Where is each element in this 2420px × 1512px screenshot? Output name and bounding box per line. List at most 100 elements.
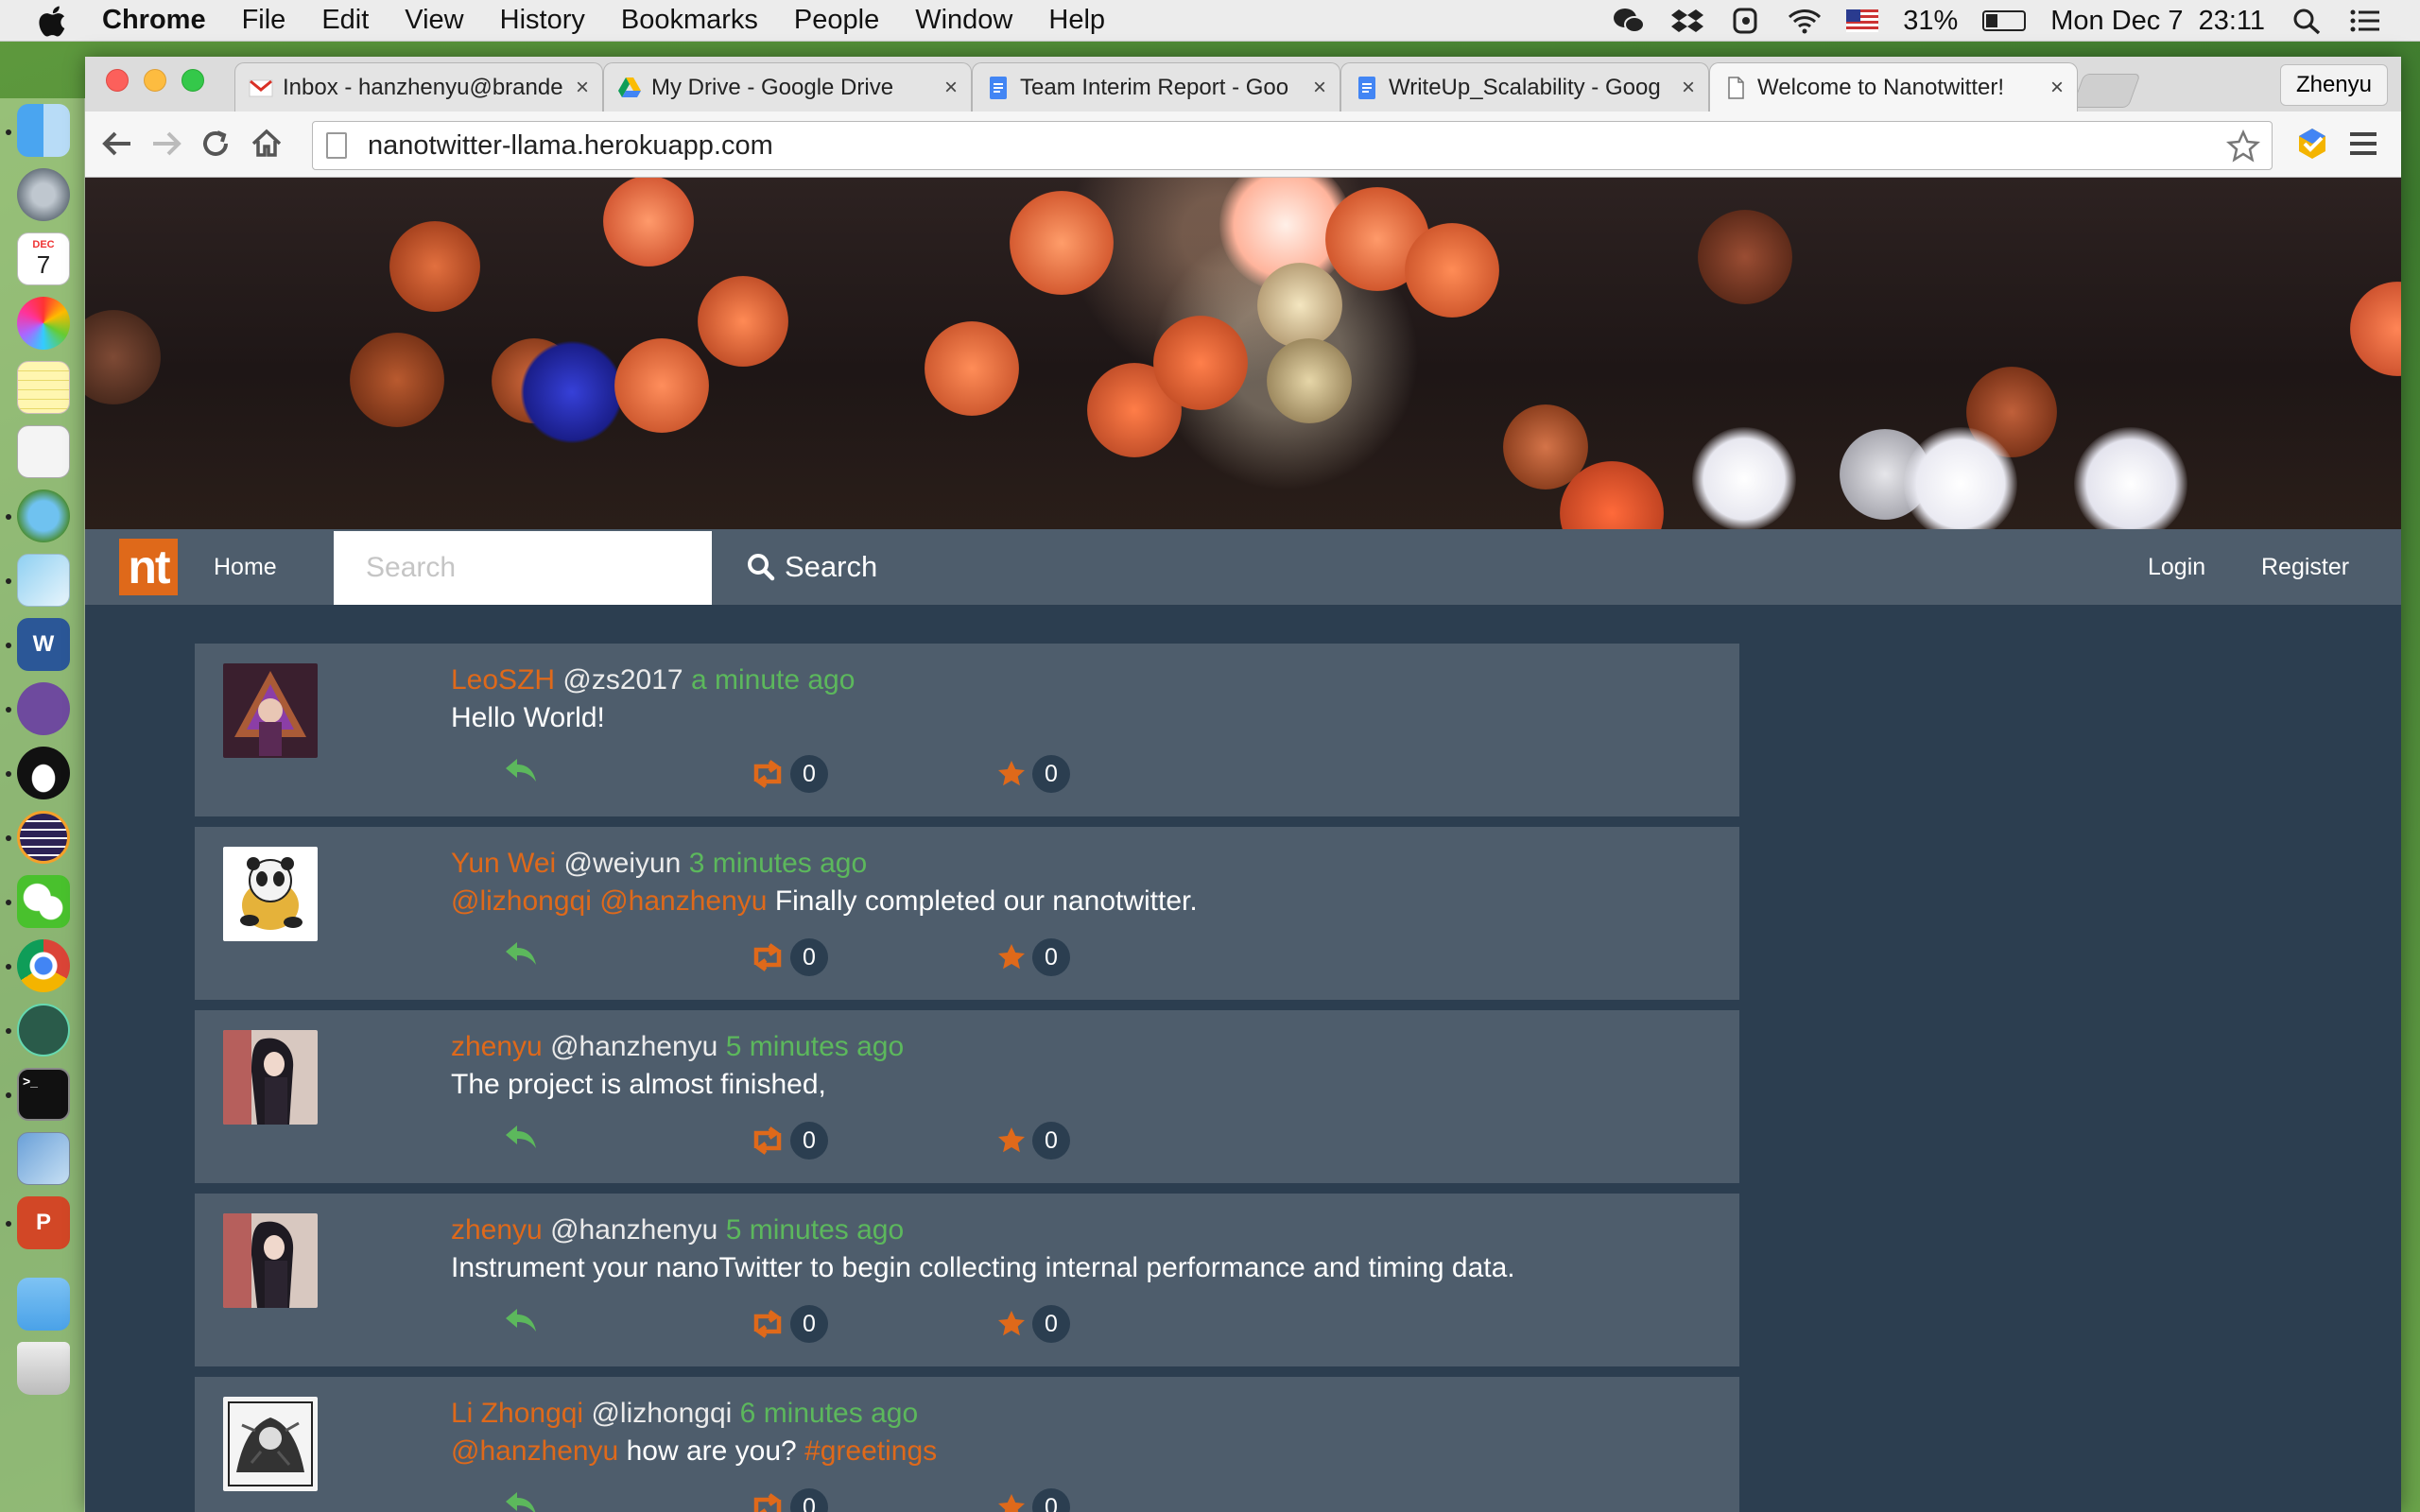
author-handle[interactable]: @hanzhenyu (550, 1031, 717, 1062)
reply-icon[interactable] (502, 755, 540, 787)
author-name[interactable]: zhenyu (451, 1031, 543, 1062)
spotlight-search-icon[interactable] (2290, 7, 2324, 35)
chrome-menu-icon[interactable] (2344, 125, 2382, 163)
github-icon[interactable] (17, 682, 70, 735)
search-input[interactable] (334, 531, 712, 605)
menu-file[interactable]: File (242, 5, 286, 36)
retweet-button[interactable]: 0 (749, 755, 828, 793)
login-link[interactable]: Login (2148, 529, 2205, 605)
mention-link[interactable]: @hanzhenyu (451, 1435, 618, 1467)
favorite-button[interactable]: 0 (996, 1305, 1070, 1343)
page-info-icon[interactable] (326, 132, 347, 159)
retweet-button[interactable]: 0 (749, 1122, 828, 1160)
evernote-tray-icon[interactable] (1729, 7, 1763, 35)
user-avatar[interactable] (223, 847, 318, 941)
input-source-flag-icon[interactable] (1846, 9, 1879, 32)
author-handle[interactable]: @weiyun (564, 848, 682, 879)
user-avatar[interactable] (223, 1213, 318, 1308)
retweet-button[interactable]: 0 (749, 1305, 828, 1343)
author-handle[interactable]: @lizhongqi (591, 1398, 732, 1429)
reply-icon[interactable] (502, 938, 540, 971)
textedit-icon[interactable] (17, 425, 70, 478)
launchpad-icon[interactable] (17, 168, 70, 221)
reply-icon[interactable] (502, 1488, 540, 1512)
extension-icon[interactable] (2293, 125, 2331, 163)
app-name-menu[interactable]: Chrome (102, 5, 206, 36)
author-name[interactable]: zhenyu (451, 1214, 543, 1246)
reload-icon[interactable] (197, 125, 234, 163)
tab-close-icon[interactable]: × (1682, 75, 1695, 101)
favorite-button[interactable]: 0 (996, 1122, 1070, 1160)
apple-menu-icon[interactable] (38, 4, 70, 38)
reply-icon[interactable] (502, 1122, 540, 1154)
author-name[interactable]: Li Zhongqi (451, 1398, 583, 1429)
author-name[interactable]: LeoSZH (451, 664, 555, 696)
menu-view[interactable]: View (405, 5, 463, 36)
menu-help[interactable]: Help (1048, 5, 1105, 36)
retweet-button[interactable]: 0 (749, 1488, 828, 1512)
author-handle[interactable]: @zs2017 (562, 664, 683, 696)
clock[interactable]: Mon Dec 7 23:11 (2050, 6, 2265, 37)
powerpoint-icon[interactable]: P (17, 1196, 70, 1249)
finder-icon[interactable] (17, 104, 70, 157)
menu-history[interactable]: History (500, 5, 585, 36)
terminal-icon[interactable]: >_ (17, 1068, 70, 1121)
preview-icon[interactable] (17, 554, 70, 607)
user-avatar[interactable] (223, 1397, 318, 1491)
wechat-tray-icon[interactable] (1612, 7, 1646, 35)
menu-edit[interactable]: Edit (321, 5, 369, 36)
eclipse-icon[interactable] (17, 811, 70, 864)
nav-home-link[interactable]: Home (214, 529, 277, 605)
tab-writeup-scalability[interactable]: WriteUp_Scalability - Goog × (1340, 62, 1709, 112)
tab-close-icon[interactable]: × (1313, 75, 1326, 101)
new-tab-button[interactable] (2071, 74, 2141, 108)
dropbox-tray-icon[interactable] (1670, 7, 1704, 35)
tab-close-icon[interactable]: × (576, 75, 589, 101)
chrome-icon[interactable] (17, 939, 70, 992)
notes-icon[interactable] (17, 361, 70, 414)
favorite-button[interactable]: 0 (996, 1488, 1070, 1512)
hashtag-link[interactable]: #greetings (804, 1435, 937, 1467)
notification-center-icon[interactable] (2348, 7, 2382, 35)
register-link[interactable]: Register (2261, 529, 2349, 605)
profile-button[interactable]: Zhenyu (2279, 64, 2388, 106)
reply-icon[interactable] (502, 1305, 540, 1337)
search-button[interactable]: Search (747, 529, 877, 605)
photos-icon[interactable] (17, 297, 70, 350)
user-avatar[interactable] (223, 663, 318, 758)
mention-link[interactable]: @hanzhenyu (599, 885, 767, 917)
tab-team-interim-report[interactable]: Team Interim Report - Goo × (972, 62, 1340, 112)
battery-icon[interactable] (1982, 10, 2027, 31)
back-arrow-icon[interactable] (98, 125, 136, 163)
trash-icon[interactable] (17, 1342, 70, 1395)
menu-window[interactable]: Window (915, 5, 1012, 36)
favorite-button[interactable]: 0 (996, 755, 1070, 793)
user-avatar[interactable] (223, 1030, 318, 1125)
minimize-window-button[interactable] (144, 69, 166, 92)
qq-icon[interactable] (17, 747, 70, 799)
favorite-button[interactable]: 0 (996, 938, 1070, 976)
wifi-icon[interactable] (1788, 7, 1822, 35)
zoom-window-button[interactable] (182, 69, 204, 92)
close-window-button[interactable] (106, 69, 129, 92)
address-bar[interactable]: nanotwitter-llama.herokuapp.com (312, 121, 2273, 170)
site-logo[interactable]: nt (119, 539, 178, 595)
tab-google-drive[interactable]: My Drive - Google Drive × (603, 62, 972, 112)
image-capture-icon[interactable] (17, 1132, 70, 1185)
tab-close-icon[interactable]: × (2050, 75, 2064, 101)
tab-close-icon[interactable]: × (944, 75, 958, 101)
folder-icon[interactable] (17, 1278, 70, 1331)
tab-nanotwitter-active[interactable]: Welcome to Nanotwitter! × (1709, 62, 2078, 112)
forward-arrow-icon[interactable] (147, 125, 185, 163)
home-icon[interactable] (248, 125, 285, 163)
menu-bookmarks[interactable]: Bookmarks (621, 5, 758, 36)
word-icon[interactable]: W (17, 618, 70, 671)
author-handle[interactable]: @hanzhenyu (550, 1214, 717, 1246)
bookmark-star-icon[interactable] (2226, 129, 2260, 163)
wechat-icon[interactable] (17, 875, 70, 928)
author-name[interactable]: Yun Wei (451, 848, 556, 879)
maps-icon[interactable] (17, 490, 70, 542)
calendar-icon[interactable]: DEC 7 (17, 232, 70, 285)
menu-people[interactable]: People (794, 5, 879, 36)
tab-gmail-inbox[interactable]: Inbox - hanzhenyu@brande × (234, 62, 603, 112)
